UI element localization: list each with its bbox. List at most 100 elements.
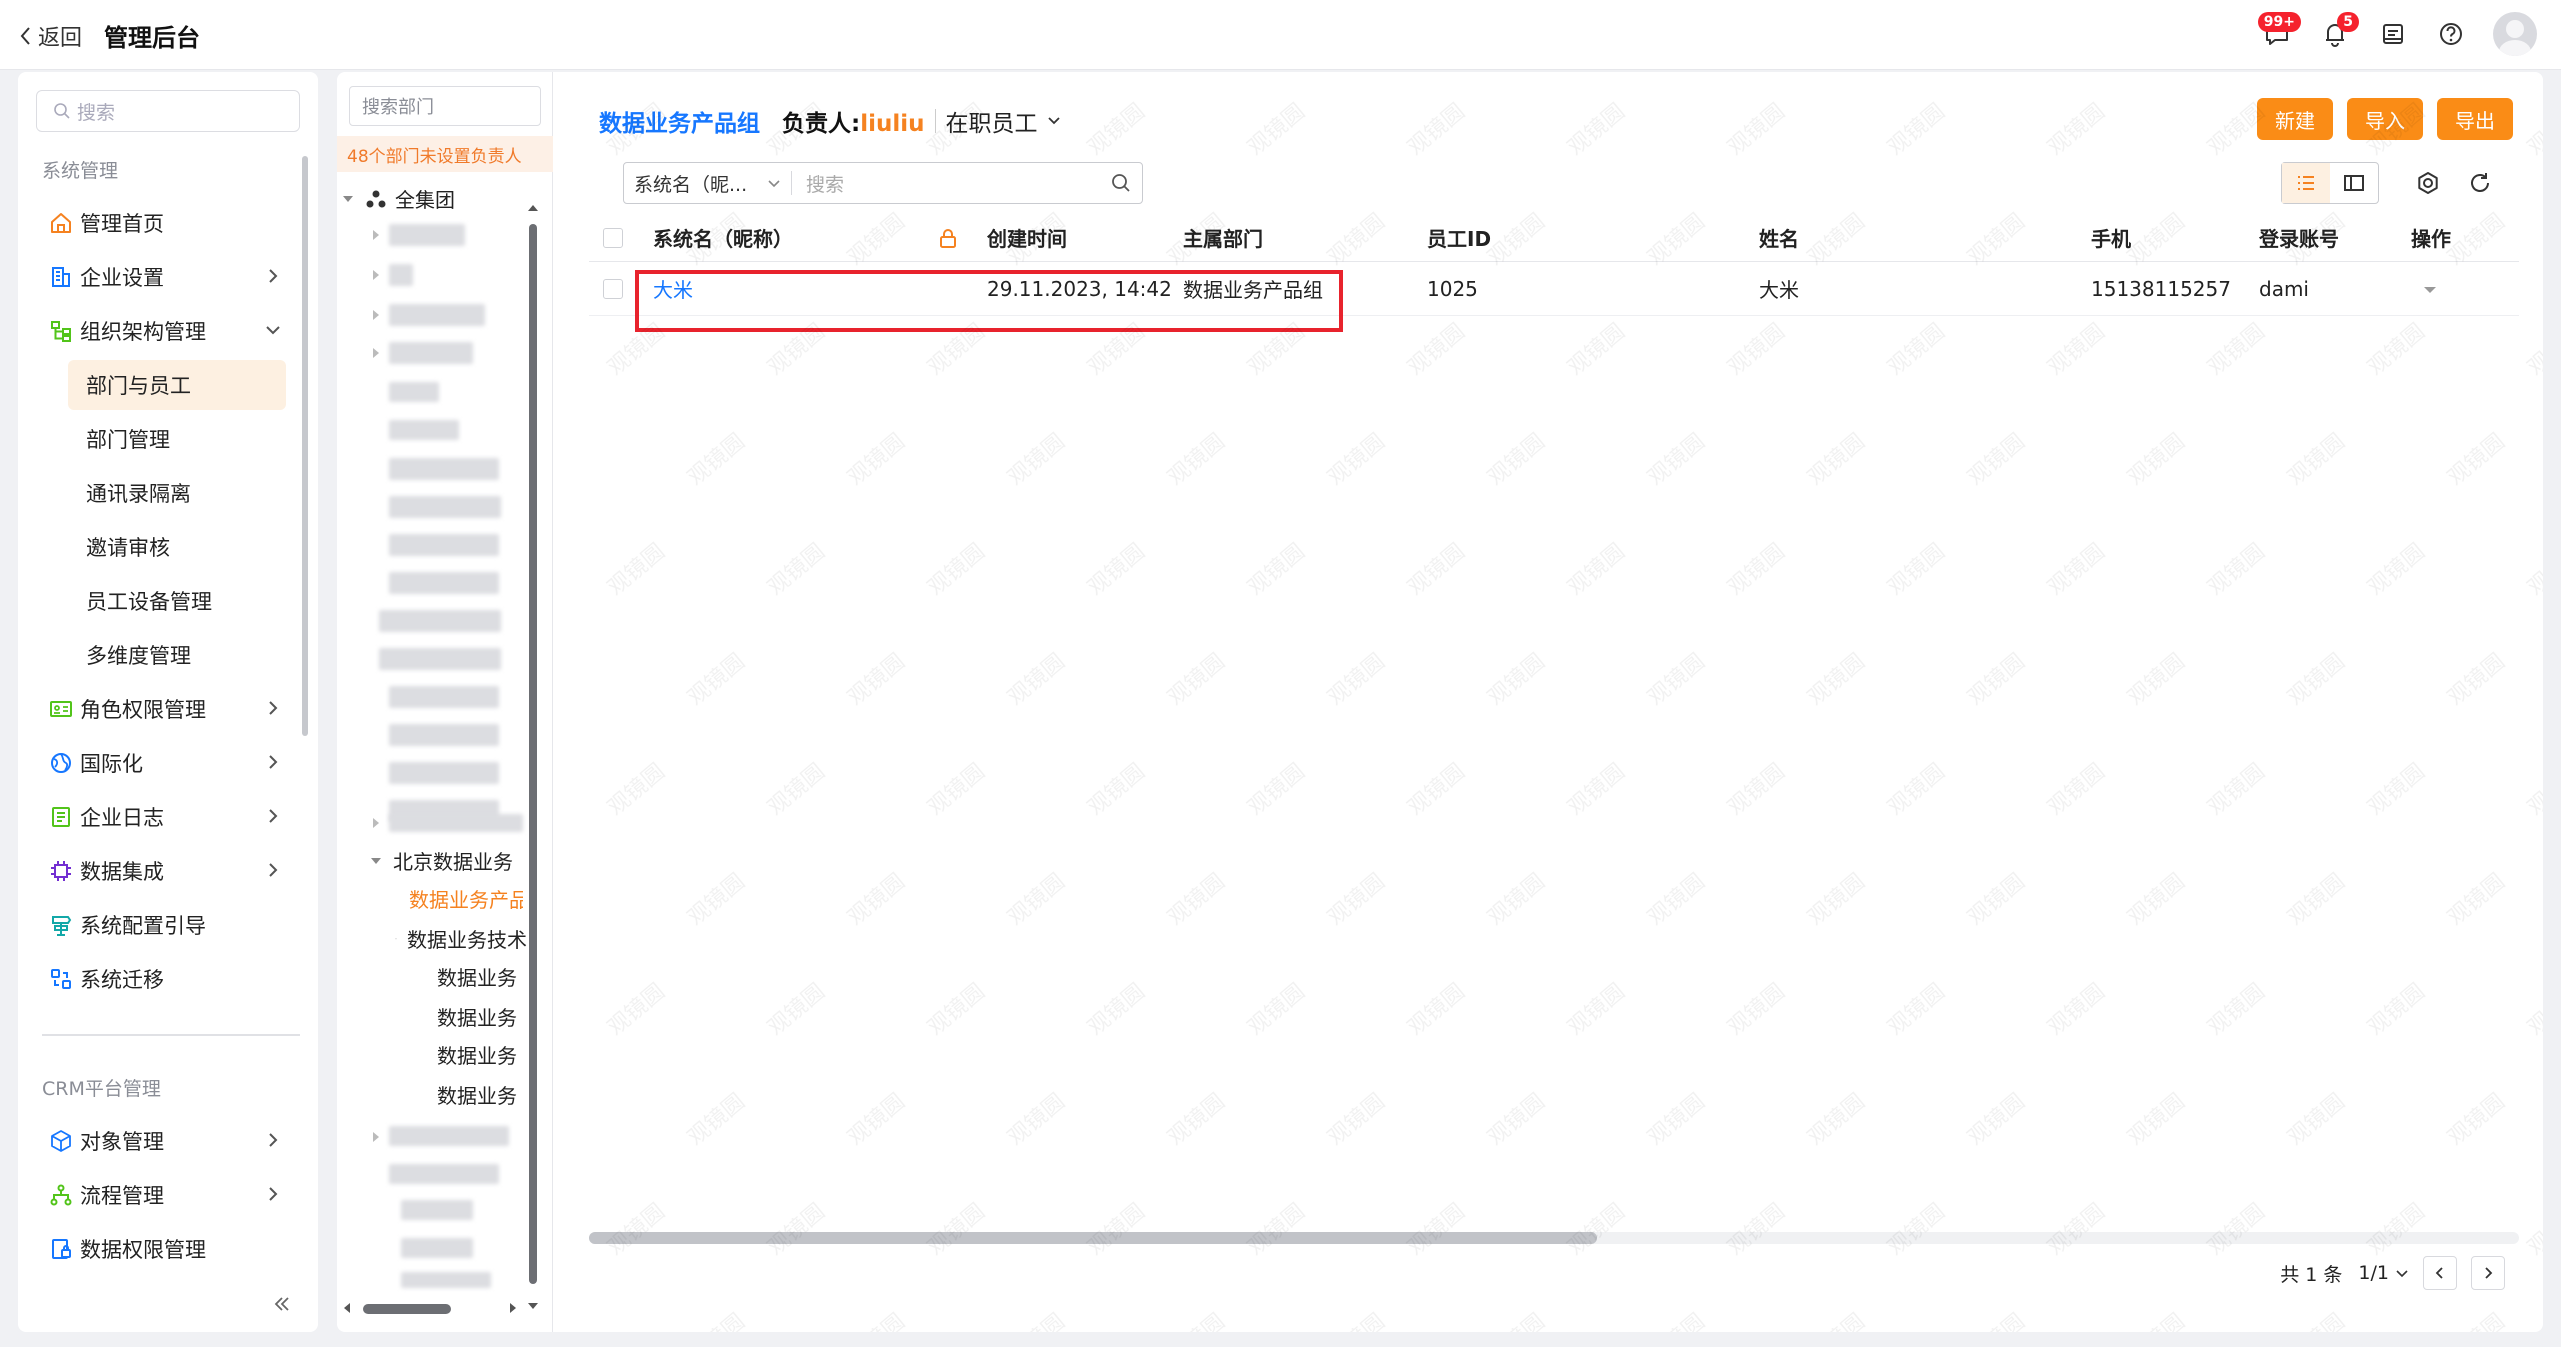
search-input[interactable]: 搜索	[792, 170, 1110, 197]
employee-status-dropdown[interactable]: 在职员工	[946, 104, 1062, 138]
scroll-left-icon[interactable]	[341, 1302, 353, 1314]
chevron-down-icon	[1047, 117, 1060, 125]
sidebar-item-label: 系统迁移	[80, 968, 164, 992]
col-phone[interactable]: 手机	[2091, 214, 2131, 261]
table-horizontal-thumb[interactable]	[589, 1232, 1597, 1244]
col-employee-id[interactable]: 员工ID	[1427, 214, 1491, 261]
sidebar-item-role-permissions[interactable]: 角色权限管理	[40, 684, 292, 734]
lock-column-button[interactable]	[937, 214, 959, 261]
sidebar-item-label: 员工设备管理	[86, 590, 212, 614]
dept-search-input[interactable]: 搜索部门	[349, 86, 541, 126]
cell-nickname-link[interactable]: 大米	[653, 262, 693, 315]
globe-icon	[48, 750, 74, 776]
sidebar-item-enterprise-log[interactable]: 企业日志	[40, 792, 292, 842]
sidebar-item-dept-employees[interactable]: 部门与员工	[68, 360, 286, 410]
sidebar-search-input[interactable]: 搜索	[36, 90, 300, 132]
scroll-down-icon[interactable]	[527, 1300, 539, 1312]
messages-button[interactable]: 99+	[2257, 12, 2301, 56]
sidebar-item-home[interactable]: 管理首页	[40, 198, 292, 248]
sidebar-item-object-management[interactable]: 对象管理	[40, 1116, 292, 1166]
tree-node-label: 数据业务	[437, 1006, 517, 1030]
tree-node-sub[interactable]: 数据业务	[437, 1002, 523, 1031]
tasks-button[interactable]	[2373, 12, 2413, 56]
sidebar-item-flow-management[interactable]: 流程管理	[40, 1170, 292, 1220]
new-button[interactable]: 新建	[2257, 98, 2333, 140]
sidebar-item-data-integration[interactable]: 数据集成	[40, 846, 292, 896]
tree-node-data-product-group[interactable]: 数据业务产品组	[409, 884, 523, 913]
dept-warning-banner[interactable]: 48个部门未设置负责人	[337, 136, 553, 172]
log-icon	[48, 804, 74, 830]
tree-node-root[interactable]: 全集团	[341, 184, 455, 213]
sidebar-item-enterprise-settings[interactable]: 企业设置	[40, 252, 292, 302]
owner-name[interactable]: liuliu	[860, 111, 924, 137]
blurred-dept-name	[389, 686, 499, 708]
tree-vertical-thumb[interactable]	[529, 224, 537, 1284]
select-all-checkbox[interactable]	[603, 227, 623, 248]
search-field-select[interactable]: 系统名（昵...	[624, 171, 792, 196]
top-icons: 99+ 5	[2239, 12, 2537, 56]
dept-search-placeholder: 搜索部门	[362, 97, 434, 118]
list-view-button[interactable]	[2282, 163, 2330, 203]
sidebar-item-dept-management[interactable]: 部门管理	[40, 414, 292, 464]
notifications-button[interactable]: 5	[2315, 12, 2359, 56]
help-button[interactable]	[2431, 12, 2471, 56]
sidebar-item-config-guide[interactable]: 系统配置引导	[40, 900, 292, 950]
col-created[interactable]: 创建时间	[987, 214, 1067, 261]
col-nickname[interactable]: 系统名（昵称）	[653, 214, 793, 261]
prev-page-button[interactable]	[2423, 1256, 2457, 1290]
sidebar: 搜索 系统管理 管理首页 企业设置 组织架构管理 部门与员工 部门管理 通讯录隔…	[18, 72, 318, 1332]
tree-node-beijing-data-dept[interactable]: 北京数据业务部	[369, 846, 513, 875]
sidebar-item-contacts-isolation[interactable]: 通讯录隔离	[40, 468, 292, 518]
sidebar-item-invite-review[interactable]: 邀请审核	[40, 522, 292, 572]
sidebar-item-i18n[interactable]: 国际化	[40, 738, 292, 788]
tree-vertical-scrollbar[interactable]	[527, 202, 539, 1312]
main-header: 数据业务产品组 负责人: liuliu 在职员工	[599, 104, 1062, 138]
page-select[interactable]: 1/1	[2358, 1262, 2409, 1284]
import-button[interactable]: 导入	[2347, 98, 2423, 140]
row-actions-dropdown[interactable]	[2421, 262, 2439, 315]
search-icon[interactable]	[1110, 172, 1132, 194]
sidebar-item-multi-dimension[interactable]: 多维度管理	[40, 630, 292, 680]
user-avatar[interactable]	[2493, 12, 2537, 56]
chevron-right-icon	[269, 863, 278, 877]
tree-node-data-tech[interactable]: 数据业务技术	[395, 924, 527, 953]
next-page-button[interactable]	[2471, 1256, 2505, 1290]
col-main-dept[interactable]: 主属部门	[1183, 214, 1263, 261]
caret-down-icon	[395, 938, 397, 939]
collapse-sidebar-icon[interactable]	[270, 1292, 294, 1316]
back-label: 返回	[38, 26, 83, 51]
sidebar-item-system-migration[interactable]: 系统迁移	[40, 954, 292, 1004]
tree-node-sub[interactable]: 数据业务	[437, 962, 523, 991]
table-horizontal-scrollbar[interactable]	[589, 1232, 2519, 1244]
export-button[interactable]: 导出	[2437, 98, 2513, 140]
sidebar-item-device-management[interactable]: 员工设备管理	[40, 576, 292, 626]
col-login-account[interactable]: 登录账号	[2259, 214, 2339, 261]
sidebar-scrollbar[interactable]	[302, 156, 308, 736]
back-button[interactable]: 返回	[18, 20, 82, 52]
scroll-up-icon[interactable]	[527, 202, 539, 214]
sidebar-item-data-permissions[interactable]: 数据权限管理	[40, 1224, 292, 1274]
blurred-dept-name	[389, 264, 413, 286]
caret-down-icon	[343, 195, 353, 202]
chevron-right-icon	[269, 809, 278, 823]
refresh-icon[interactable]	[2467, 170, 2493, 196]
header-separator	[934, 109, 936, 133]
table-row[interactable]: 大米 29.11.2023, 14:42 数据业务产品组 1025 大米 151…	[589, 262, 2519, 316]
col-name[interactable]: 姓名	[1759, 214, 1799, 261]
app-title: 管理后台	[104, 24, 200, 52]
split-view-button[interactable]	[2330, 163, 2378, 203]
sidebar-item-label: 对象管理	[80, 1130, 164, 1154]
sidebar-item-org-structure[interactable]: 组织架构管理	[40, 306, 292, 356]
scroll-right-icon[interactable]	[507, 1302, 519, 1314]
tree-horizontal-scrollbar[interactable]	[341, 1298, 527, 1318]
tree-node-sub[interactable]: 数据业务	[437, 1080, 523, 1109]
main-panel: 数据业务产品组 负责人: liuliu 在职员工 新建 导入 导出 系统名（昵.…	[553, 72, 2543, 1332]
sidebar-item-label: 管理首页	[80, 212, 164, 236]
chevron-right-icon	[269, 701, 278, 715]
row-checkbox[interactable]	[603, 278, 623, 299]
tree-node-sub[interactable]: 数据业务	[437, 1040, 523, 1069]
settings-icon[interactable]	[2415, 170, 2441, 196]
tree-horizontal-thumb[interactable]	[363, 1304, 451, 1314]
tree-node-label: 数据业务技术	[407, 928, 527, 952]
dept-tree-panel: 搜索部门 48个部门未设置负责人 全集团 北京数据业务部 数据业务产品组 数据业…	[337, 72, 553, 1332]
